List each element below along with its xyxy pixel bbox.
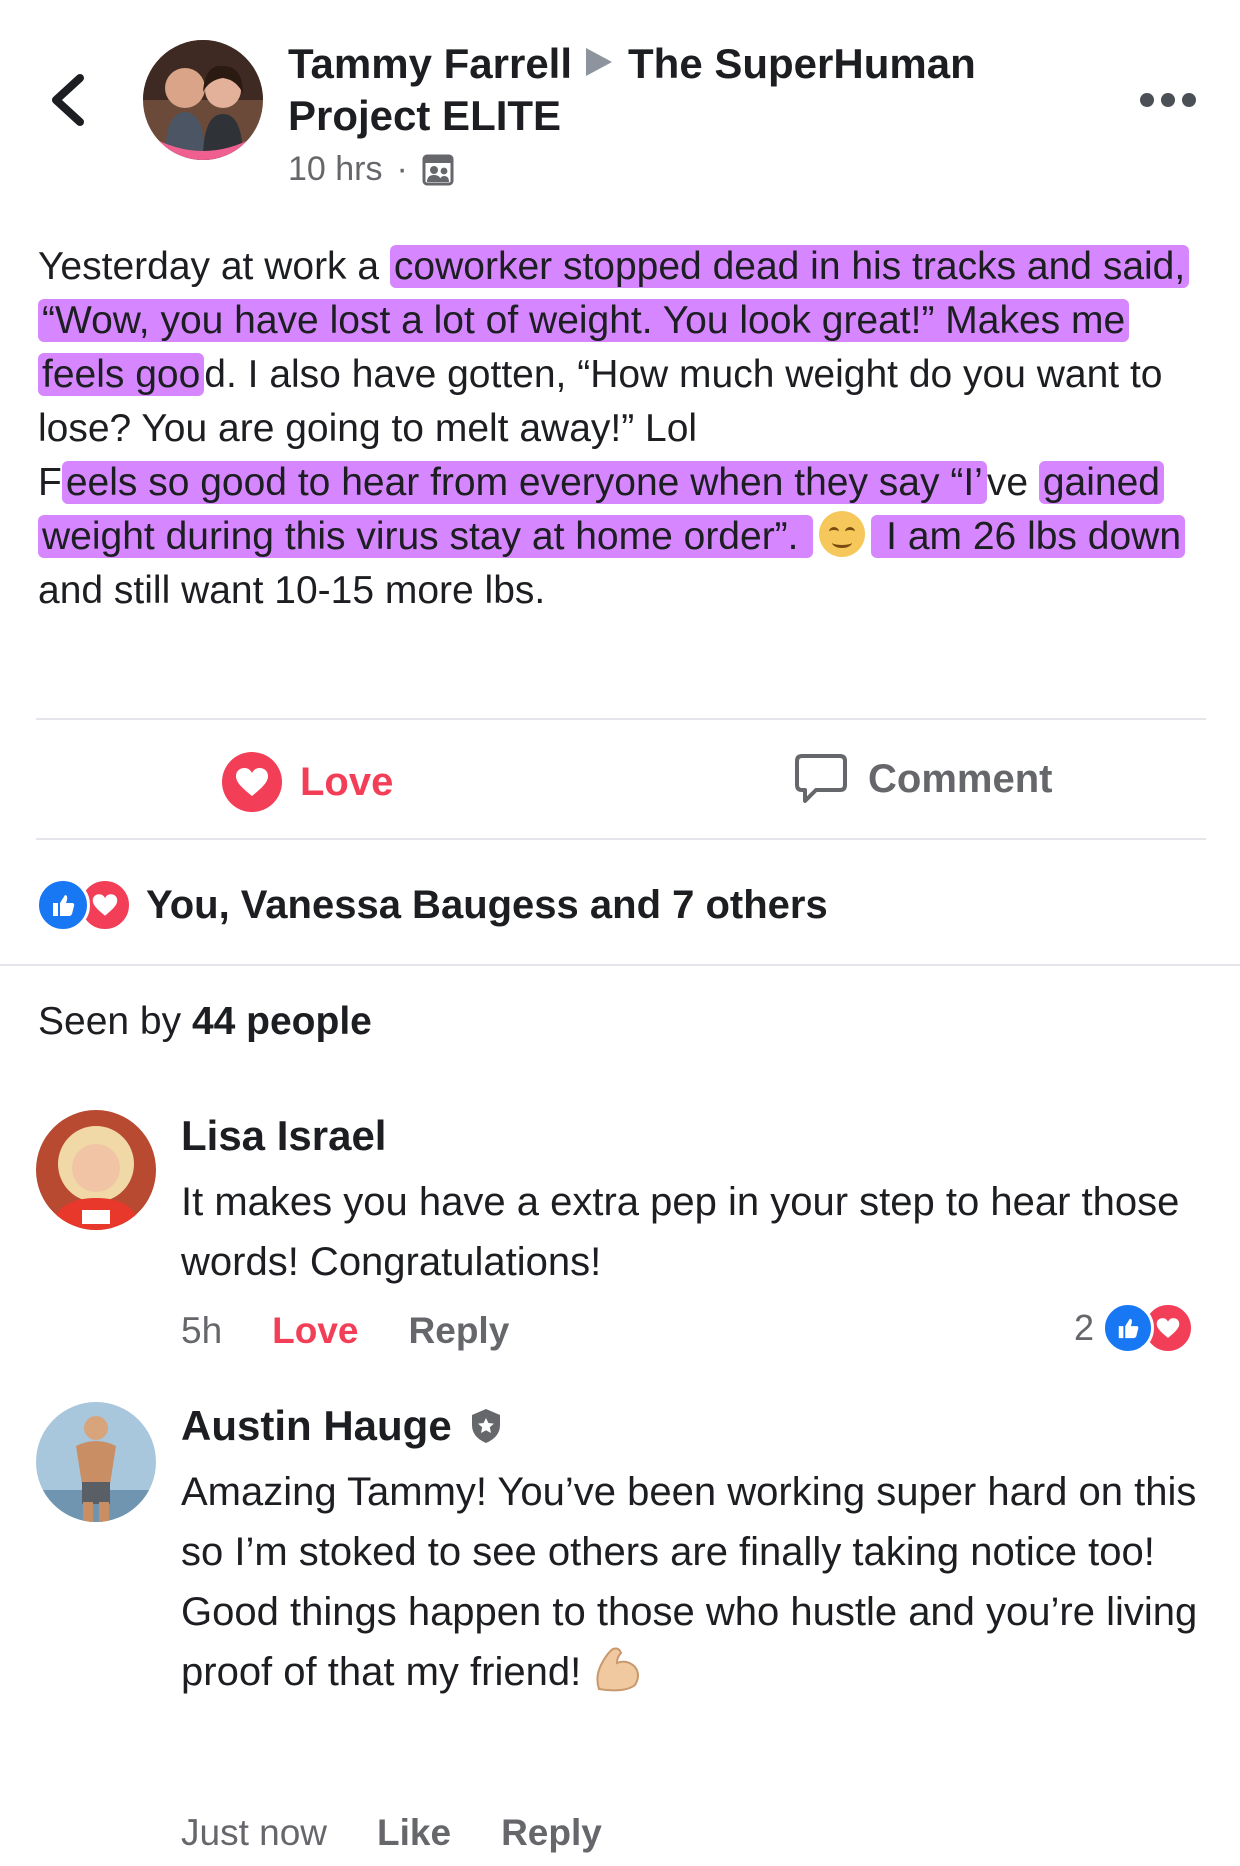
- commenter-name[interactable]: Lisa Israel: [181, 1112, 386, 1160]
- chevron-left-icon: [52, 74, 84, 126]
- divider: [0, 964, 1240, 966]
- commenter-name-row: Austin Hauge: [181, 1402, 504, 1450]
- comment-reactions[interactable]: 2: [1074, 1302, 1195, 1354]
- commenter-avatar[interactable]: [36, 1402, 156, 1522]
- comment-like-button[interactable]: Like: [377, 1812, 451, 1854]
- smiling-face-emoji: [819, 511, 866, 557]
- highlight: eels so good to hear from everyone when …: [61, 461, 987, 504]
- love-button[interactable]: Love: [222, 752, 393, 812]
- comment-text: Amazing Tammy! You’ve been working super…: [181, 1462, 1231, 1712]
- post-header: Tammy Farrell The SuperHuman Project ELIT…: [288, 38, 1048, 142]
- reaction-count: 2: [1074, 1307, 1095, 1348]
- flexed-biceps-emoji: [591, 1643, 643, 1712]
- author-avatar[interactable]: [143, 40, 263, 160]
- comment-reply-button[interactable]: Reply: [501, 1812, 602, 1854]
- like-reaction-icon: [36, 878, 90, 932]
- shield-badge-icon: [471, 1409, 500, 1443]
- commenter-name[interactable]: Austin Hauge: [181, 1402, 452, 1450]
- comment-reply-button[interactable]: Reply: [409, 1310, 510, 1352]
- like-reaction-icon: [1102, 1302, 1155, 1354]
- meta-separator: ·: [396, 150, 408, 188]
- divider: [36, 718, 1206, 720]
- post-meta: 10 hrs ·: [288, 150, 454, 189]
- heart-icon: [222, 752, 282, 812]
- comment-bubble-icon: [795, 754, 847, 803]
- commenter-avatar[interactable]: [36, 1110, 156, 1230]
- comment-love-button[interactable]: Love: [272, 1310, 358, 1352]
- more-horizontal-icon: [1140, 93, 1154, 107]
- post-text: Yesterday at work a coworker stopped dea…: [38, 240, 1218, 618]
- divider: [36, 838, 1206, 840]
- reactions-text: You, Vanessa Baugess and 7 others: [146, 882, 828, 927]
- group-audience-icon: [422, 154, 454, 185]
- comment-button[interactable]: Comment: [794, 752, 1052, 806]
- post-time[interactable]: 10 hrs: [288, 150, 383, 189]
- author-name[interactable]: Tammy Farrell: [288, 40, 572, 87]
- reactions-summary[interactable]: You, Vanessa Baugess and 7 others: [36, 878, 828, 932]
- comment-text: It makes you have a extra pep in your st…: [181, 1180, 1180, 1284]
- comment-meta: Just now Like Reply: [181, 1812, 652, 1854]
- comment-time: 5h: [181, 1310, 223, 1351]
- highlight: I am 26 lbs down: [871, 515, 1186, 558]
- arrow-right-icon: [586, 48, 613, 76]
- more-options-button[interactable]: [1140, 88, 1196, 112]
- back-button[interactable]: [44, 70, 92, 130]
- comment-meta: 5h Love Reply: [181, 1310, 559, 1352]
- comment-time: Just now: [181, 1812, 328, 1853]
- seen-by[interactable]: Seen by 44 people: [38, 1000, 372, 1044]
